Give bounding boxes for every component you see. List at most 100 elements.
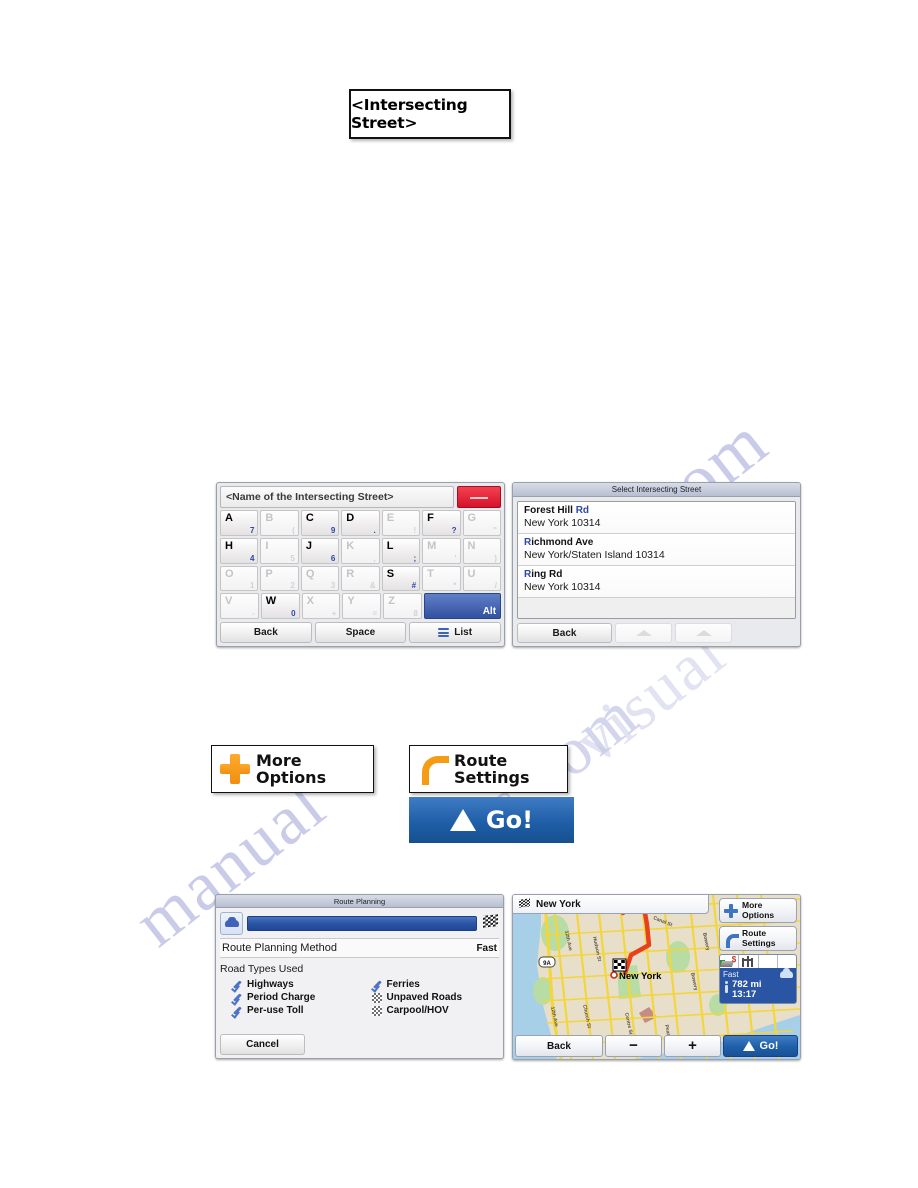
keyboard-screen: <Name of the Intersecting Street> A 7 B(C 9… (216, 482, 505, 647)
highway-icon (739, 955, 759, 968)
street-result-row[interactable]: Forest Hill Rd New York 10314 (518, 502, 795, 534)
list-scroll-down-button[interactable] (675, 623, 732, 643)
road-type-label: Per-use Toll (247, 1005, 304, 1016)
key-letter: Y (347, 595, 355, 608)
keyboard-back-button[interactable]: Back (220, 622, 312, 643)
keyboard-row: H 4 I 5 J 6 K, L; M ' N) (220, 537, 501, 564)
key-letter: O (225, 567, 234, 580)
route-planning-screen: Route Planning Route Planning Method Fas… (215, 894, 504, 1059)
key-subscript: 8 (413, 609, 418, 618)
keyboard-key-d[interactable]: D. (341, 510, 380, 536)
key-subscript: / (494, 581, 497, 591)
go-button-label: Go! (485, 806, 534, 834)
keyboard-space-button[interactable]: Space (314, 622, 407, 643)
road-type-item[interactable]: Carpool/HOV (371, 1004, 500, 1017)
delete-key-button[interactable] (457, 486, 501, 508)
street-result-name: Forest Hill Rd (524, 505, 590, 516)
plus-icon: + (688, 1037, 697, 1054)
road-type-item[interactable]: Ferries (372, 978, 500, 991)
keyboard-key-y[interactable]: Y = (342, 593, 382, 619)
keyboard-key-b[interactable]: B( (260, 510, 299, 536)
street-result-row[interactable]: Ring Rd New York 10314 (518, 566, 795, 598)
road-type-item[interactable]: Unpaved Roads (371, 991, 500, 1004)
keyboard-key-e[interactable]: E! (381, 510, 421, 536)
road-type-item[interactable]: Period Charge (232, 991, 360, 1004)
car-icon (780, 968, 793, 978)
key-letter: E (386, 512, 395, 524)
more-options-label: More Options (256, 752, 326, 786)
list-action-row: Back (517, 623, 796, 643)
street-result-name: Ring Rd (524, 569, 563, 580)
route-info-panel[interactable]: $ Fast 782 mi 13:17 (719, 954, 797, 1004)
list-back-button[interactable]: Back (517, 623, 612, 643)
map-go-label: Go! (759, 1040, 779, 1052)
keyboard-key-f[interactable]: F? (422, 510, 461, 536)
keyboard-key-n[interactable]: N) (462, 537, 501, 564)
keyboard-key-r[interactable]: R & (341, 565, 380, 592)
keyboard-key-x[interactable]: X + (301, 593, 341, 619)
keyboard-key-a[interactable]: A7 (220, 510, 259, 536)
map-screen: 12th Ave 12th Ave Hudson St Church St Ce… (512, 894, 801, 1060)
road-type-item[interactable]: Per-use Toll (232, 1004, 360, 1017)
map-route-settings-line2: Settings (742, 937, 776, 948)
list-scroll-up-button[interactable] (615, 623, 672, 643)
keyboard-key-u[interactable]: U / (462, 565, 501, 592)
route-planning-method-row[interactable]: Route Planning Method Fast (220, 938, 499, 958)
map-zoom-in-button[interactable]: + (664, 1035, 721, 1057)
keyboard-key-z[interactable]: Z8 (383, 593, 422, 619)
street-result-city: New York 10314 (524, 517, 601, 529)
map-back-button[interactable]: Back (515, 1035, 603, 1057)
keyboard-key-c[interactable]: C9 (300, 510, 340, 536)
key-subscript: ! (413, 525, 417, 535)
road-types-section: Road Types Used Highways Period Charge Per… (220, 963, 499, 1032)
keyboard-key-m[interactable]: M ' (422, 537, 461, 564)
go-button[interactable]: Go! (409, 797, 574, 843)
keyboard-key-t[interactable]: T * (422, 565, 461, 592)
keyboard-key-s[interactable]: S # (381, 565, 421, 592)
up-arrow-icon (635, 630, 652, 636)
keyboard-list-button[interactable]: List (409, 622, 502, 643)
map-more-options-button[interactable]: More Options (719, 898, 797, 923)
keyboard-key-q[interactable]: Q3 (300, 565, 340, 592)
keyboard-key-w[interactable]: W0 (260, 593, 300, 619)
map-more-options-line2: Options (742, 909, 775, 920)
keyboard-key-k[interactable]: K, (341, 537, 380, 564)
intersecting-street-callout: <Intersecting Street> (349, 89, 511, 139)
road-type-item[interactable]: Highways (232, 978, 360, 991)
street-name-input[interactable]: <Name of the Intersecting Street> (220, 486, 454, 508)
map-route-settings-button[interactable]: Route Settings (719, 926, 797, 951)
keyboard-alt-key[interactable]: Alt (423, 593, 502, 619)
keyboard-key-l[interactable]: L; (381, 537, 421, 564)
more-options-button[interactable]: More Options (211, 745, 374, 793)
key-subscript: & (369, 581, 376, 591)
key-letter: Z (388, 595, 395, 608)
key-letter: M (427, 539, 437, 552)
keyboard-key-v[interactable]: V- (220, 593, 259, 619)
route-info-cell-4 (778, 955, 796, 968)
street-result-row[interactable]: Richmond Ave New York/Staten Island 10314 (518, 534, 795, 566)
route-settings-button[interactable]: Route Settings (409, 745, 568, 793)
more-options-line2: Options (256, 768, 327, 787)
keyboard-key-p[interactable]: P2 (260, 565, 299, 592)
key-subscript: 4 (249, 553, 255, 563)
key-letter: D (346, 512, 355, 524)
keyboard-key-g[interactable]: G " (462, 510, 501, 536)
key-subscript: ' (454, 553, 457, 563)
keyboard-key-j[interactable]: J6 (300, 537, 340, 564)
route-planning-cancel-button[interactable]: Cancel (220, 1034, 305, 1055)
key-letter: A (225, 512, 233, 524)
key-letter: Q (305, 567, 315, 580)
key-subscript: 5 (290, 553, 295, 563)
key-letter: F (427, 512, 434, 524)
map-go-button[interactable]: Go! (723, 1035, 798, 1057)
keyboard-key-h[interactable]: H4 (220, 537, 259, 564)
map-zoom-out-button[interactable]: − (605, 1035, 662, 1057)
route-planning-title: Route Planning (216, 895, 503, 908)
key-subscript: ; (413, 553, 417, 563)
disabled-hatch-icon (371, 1005, 382, 1016)
key-subscript: + (331, 609, 337, 618)
keyboard-key-o[interactable]: O1 (220, 565, 259, 592)
key-subscript: 6 (330, 553, 336, 563)
keyboard-row: V - W 0 X + Y = Z 8 Alt (220, 593, 502, 619)
keyboard-key-i[interactable]: I5 (260, 537, 299, 564)
